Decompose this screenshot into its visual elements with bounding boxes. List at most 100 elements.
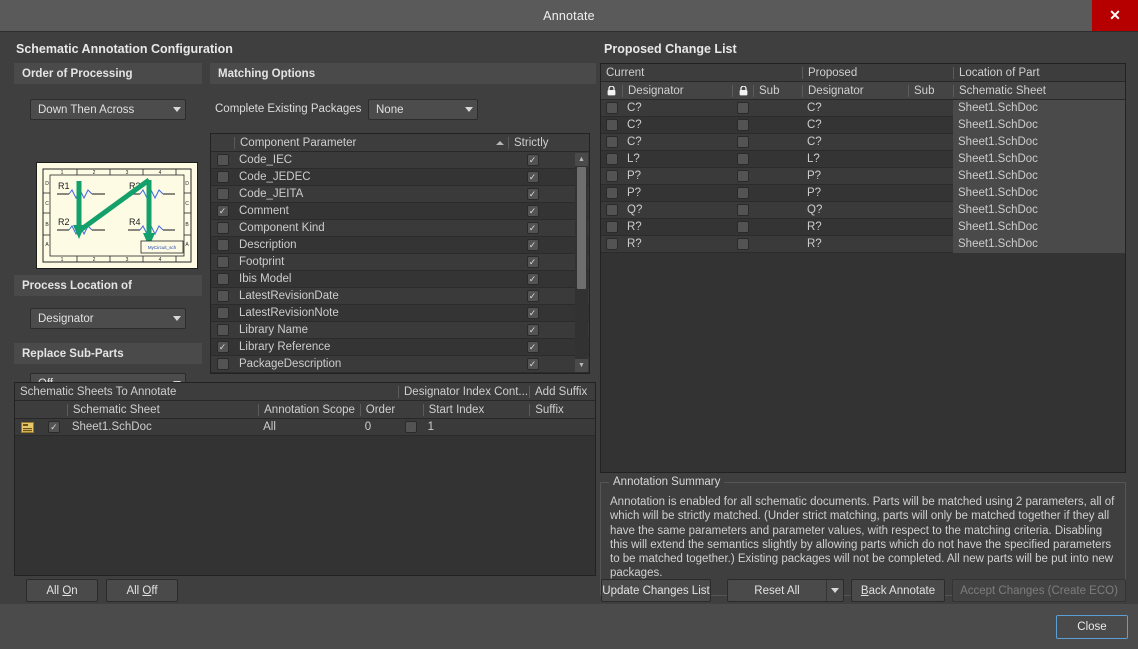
reset-all-split-button[interactable]: Reset All xyxy=(727,579,844,602)
parameter-strictly-checkbox[interactable] xyxy=(526,358,539,370)
parameter-enable-checkbox[interactable] xyxy=(216,222,229,234)
start-index-value[interactable]: 1 xyxy=(423,421,530,433)
parameter-enable-checkbox[interactable] xyxy=(216,188,229,200)
current-sub-lock-checkbox[interactable] xyxy=(736,119,749,131)
current-sub-lock-checkbox[interactable] xyxy=(736,187,749,199)
col-component-parameter[interactable]: Component Parameter xyxy=(234,136,492,149)
current-lock-checkbox[interactable] xyxy=(605,187,618,199)
table-row[interactable]: C? C? Sheet1.SchDoc xyxy=(601,116,1125,134)
scroll-up-icon[interactable]: ▲ xyxy=(575,153,588,166)
parameter-enable-checkbox[interactable] xyxy=(216,239,229,251)
col-order[interactable]: Order xyxy=(359,403,399,416)
table-row[interactable]: Code_JEITA xyxy=(211,186,589,203)
parameter-strictly-checkbox[interactable] xyxy=(526,290,539,302)
parameter-strictly-checkbox[interactable] xyxy=(526,341,539,353)
col-proposed-designator[interactable]: Designator xyxy=(802,84,908,97)
proposed-designator[interactable]: C? xyxy=(802,136,908,148)
order-of-processing-dropdown[interactable]: Down Then Across xyxy=(30,99,186,120)
current-sub-lock-checkbox[interactable] xyxy=(736,221,749,233)
parameter-strictly-checkbox[interactable] xyxy=(526,171,539,183)
col-schematic-sheet[interactable]: Schematic Sheet xyxy=(953,84,1125,97)
scrollbar-thumb[interactable] xyxy=(577,167,586,289)
table-row[interactable]: Q? Q? Sheet1.SchDoc xyxy=(601,201,1125,219)
table-row[interactable]: Description xyxy=(211,237,589,254)
proposed-designator[interactable]: C? xyxy=(802,119,908,131)
reset-all-button[interactable]: Reset All xyxy=(728,580,826,601)
current-sub-lock-checkbox[interactable] xyxy=(736,204,749,216)
reset-all-dropdown-arrow[interactable] xyxy=(826,580,843,601)
parameter-strictly-checkbox[interactable] xyxy=(526,154,539,166)
parameter-strictly-checkbox[interactable] xyxy=(526,307,539,319)
proposed-designator[interactable]: L? xyxy=(802,153,908,165)
current-sub-lock-checkbox[interactable] xyxy=(736,136,749,148)
current-lock-checkbox[interactable] xyxy=(605,238,618,250)
parameter-enable-checkbox[interactable] xyxy=(216,256,229,268)
parameter-strictly-checkbox[interactable] xyxy=(526,256,539,268)
table-row[interactable]: Component Kind xyxy=(211,220,589,237)
col-annotation-scope[interactable]: Annotation Scope xyxy=(258,403,360,416)
table-row[interactable]: PackageDescription xyxy=(211,356,589,373)
proposed-change-list-grid[interactable]: Current Proposed Location of Part Design… xyxy=(600,63,1126,473)
scroll-down-icon[interactable]: ▼ xyxy=(575,359,588,372)
table-row[interactable]: P? P? Sheet1.SchDoc xyxy=(601,167,1125,185)
col-current-designator[interactable]: Designator xyxy=(622,84,732,97)
window-close-button[interactable]: ✕ xyxy=(1092,0,1138,31)
all-on-button[interactable]: All On xyxy=(26,579,98,602)
parameter-enable-checkbox[interactable] xyxy=(216,324,229,336)
annotation-scope-value[interactable]: All xyxy=(258,421,360,433)
parameter-strictly-checkbox[interactable] xyxy=(526,205,539,217)
current-lock-checkbox[interactable] xyxy=(605,119,618,131)
table-row[interactable]: P? P? Sheet1.SchDoc xyxy=(601,184,1125,202)
table-row[interactable]: C? C? Sheet1.SchDoc xyxy=(601,99,1125,117)
parameter-enable-checkbox[interactable] xyxy=(216,307,229,319)
all-off-button[interactable]: All Off xyxy=(106,579,178,602)
schematic-sheets-grid[interactable]: Schematic Sheets To Annotate Designator … xyxy=(14,382,596,576)
table-row[interactable]: R? R? Sheet1.SchDoc xyxy=(601,235,1125,253)
table-row[interactable]: LatestRevisionNote xyxy=(211,305,589,322)
current-lock-checkbox[interactable] xyxy=(605,170,618,182)
component-parameter-scrollbar[interactable]: ▲ ▼ xyxy=(575,153,588,372)
table-row[interactable]: LatestRevisionDate xyxy=(211,288,589,305)
col-strictly[interactable]: Strictly xyxy=(508,136,573,149)
table-row[interactable]: Code_JEDEC xyxy=(211,169,589,186)
component-parameter-grid[interactable]: Component Parameter Strictly Code_IECCod… xyxy=(210,133,590,374)
col-current-sub[interactable]: Sub xyxy=(753,84,802,97)
col-start-index[interactable]: Start Index xyxy=(422,403,530,416)
table-row[interactable]: Footprint xyxy=(211,254,589,271)
col-proposed-sub[interactable]: Sub xyxy=(908,84,953,97)
proposed-designator[interactable]: P? xyxy=(802,187,908,199)
close-dialog-button[interactable]: Close xyxy=(1056,615,1128,639)
current-lock-checkbox[interactable] xyxy=(605,221,618,233)
complete-existing-packages-dropdown[interactable]: None xyxy=(368,99,478,120)
parameter-enable-checkbox[interactable] xyxy=(216,358,229,370)
index-control-checkbox[interactable] xyxy=(404,421,417,433)
proposed-designator[interactable]: P? xyxy=(802,170,908,182)
col-schematic-sheet[interactable]: Schematic Sheet xyxy=(66,403,258,416)
parameter-enable-checkbox[interactable] xyxy=(216,273,229,285)
table-row[interactable]: C? C? Sheet1.SchDoc xyxy=(601,133,1125,151)
current-lock-checkbox[interactable] xyxy=(605,136,618,148)
table-row[interactable]: Library Reference xyxy=(211,339,589,356)
update-changes-list-button[interactable]: Update Changes List xyxy=(601,579,711,602)
parameter-strictly-checkbox[interactable] xyxy=(526,324,539,336)
proposed-designator[interactable]: C? xyxy=(802,102,908,114)
parameter-strictly-checkbox[interactable] xyxy=(526,239,539,251)
parameter-strictly-checkbox[interactable] xyxy=(526,273,539,285)
parameter-enable-checkbox[interactable] xyxy=(216,154,229,166)
table-row[interactable]: Code_IEC xyxy=(211,152,589,169)
back-annotate-button[interactable]: Back Annotate xyxy=(851,579,945,602)
parameter-strictly-checkbox[interactable] xyxy=(526,222,539,234)
table-row[interactable]: Library Name xyxy=(211,322,589,339)
sheet-enable-checkbox[interactable] xyxy=(47,421,60,433)
table-row[interactable]: Comment xyxy=(211,203,589,220)
table-row[interactable]: Sheet1.SchDoc All0 1 xyxy=(15,419,595,436)
current-sub-lock-checkbox[interactable] xyxy=(736,153,749,165)
current-sub-lock-checkbox[interactable] xyxy=(736,170,749,182)
current-lock-checkbox[interactable] xyxy=(605,102,618,114)
current-sub-lock-checkbox[interactable] xyxy=(736,238,749,250)
parameter-enable-checkbox[interactable] xyxy=(216,341,229,353)
order-value[interactable]: 0 xyxy=(360,421,399,433)
current-lock-checkbox[interactable] xyxy=(605,153,618,165)
parameter-enable-checkbox[interactable] xyxy=(216,290,229,302)
col-suffix[interactable]: Suffix xyxy=(529,403,595,416)
